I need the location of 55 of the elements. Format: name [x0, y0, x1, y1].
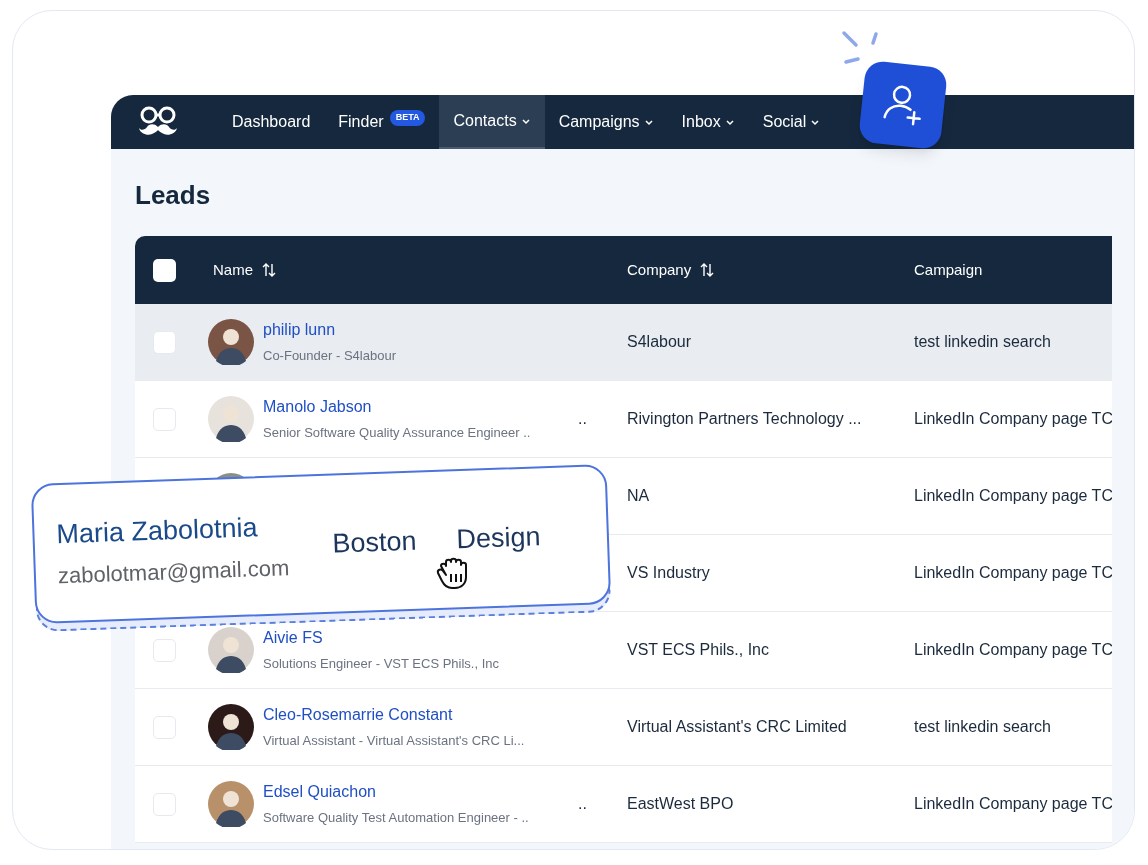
table-cell: test linkedin search [914, 333, 1051, 350]
column-header: Campaign [914, 259, 983, 280]
avatar [208, 704, 254, 750]
column-header: Name [213, 259, 253, 280]
nav-tab[interactable]: Finder BETA [324, 95, 440, 149]
checkbox[interactable] [153, 330, 176, 354]
nav-tab[interactable]: Campaigns [544, 95, 668, 149]
page-title: Leads [135, 179, 212, 211]
caret-icon [724, 117, 735, 127]
avatar [208, 627, 254, 673]
checkbox[interactable] [153, 792, 176, 816]
nav-tab[interactable]: Contacts [439, 95, 545, 149]
table-cell: LinkedIn Company page TC [914, 410, 1112, 427]
checkbox[interactable] [153, 258, 176, 282]
lead-job-title: Software Quality Test Automation Engineer - .. [263, 809, 529, 828]
sort-icon[interactable] [699, 262, 716, 278]
beta-badge: BETA [389, 110, 426, 126]
lead-job-title: Solutions Engineer - VST ECS Phils., Inc [263, 655, 500, 674]
table-cell: .. [578, 795, 587, 812]
avatar [208, 781, 254, 827]
lead-name-link[interactable]: philip lunn [263, 318, 396, 343]
table-cell: Virtual Assistant's CRC Limited [627, 718, 847, 735]
lead-job-title: Co-Founder - S4labour [263, 347, 396, 366]
lead-name-link[interactable]: Edsel Quiachon [263, 780, 529, 805]
caret-icon [643, 117, 654, 127]
table-cell: LinkedIn Company page TC [914, 641, 1112, 658]
table-cell: EastWest BPO [627, 795, 734, 812]
table-cell: VS Industry [627, 564, 710, 581]
checkbox[interactable] [153, 638, 176, 662]
table-cell: LinkedIn Company page TC [914, 564, 1112, 581]
table-cell: S4labour [627, 333, 692, 350]
table-cell: .. [578, 410, 587, 427]
nav-tab[interactable]: Inbox [667, 95, 749, 149]
nav-tab[interactable]: Dashboard [218, 95, 325, 149]
column-header: Company [627, 259, 692, 280]
table-cell: VST ECS Phils., Inc [627, 641, 769, 658]
lead-job-title: Virtual Assistant - Virtual Assistant's CRC Li... [263, 732, 525, 751]
lead-name-link[interactable]: Cleo-Rosemarrie Constant [263, 703, 525, 728]
table-cell: NA [627, 487, 650, 504]
lead-name-link[interactable]: Manolo Jabson [263, 395, 531, 420]
table-cell: Rivington Partners Technology ... [627, 410, 862, 427]
lead-job-title: Senior Software Quality Assurance Engineer .. [263, 424, 531, 443]
caret-icon [810, 117, 821, 127]
checkbox[interactable] [153, 715, 176, 739]
lead-name-link[interactable]: Aivie FS [263, 626, 500, 651]
table-row[interactable]: philip lunn Co-Founder - S4labour S4labour test linkedin search [135, 304, 1112, 381]
checkbox[interactable] [153, 407, 176, 431]
caret-icon [520, 116, 531, 126]
avatar [208, 396, 254, 442]
table-cell: LinkedIn Company page TC [914, 795, 1112, 812]
avatar [208, 319, 254, 365]
nav-tab[interactable]: Social [748, 95, 835, 149]
sort-icon[interactable] [261, 262, 277, 278]
table-cell: test linkedin search [914, 718, 1051, 735]
table-cell: LinkedIn Company page TC [914, 487, 1112, 504]
